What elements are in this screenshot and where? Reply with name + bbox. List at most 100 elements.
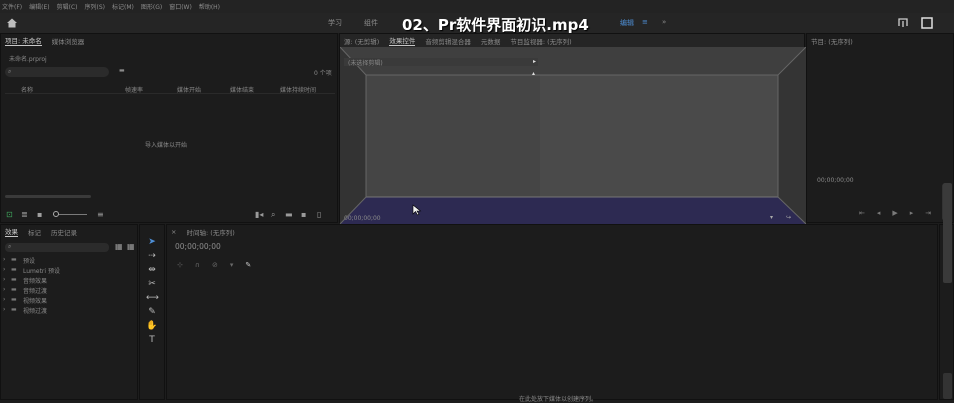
chevron-right-icon[interactable]: ▸ (533, 58, 536, 65)
32bit-effects-icon[interactable]: ▦ (127, 242, 135, 251)
accelerated-effects-icon[interactable]: ▦ (115, 242, 123, 251)
tab-project[interactable]: 项目: 未命名 (5, 35, 42, 46)
track-select-tool-icon[interactable]: ⇢ (146, 250, 158, 262)
folder-icon: ▬ (11, 266, 17, 273)
column-frame-rate[interactable]: 帧速率 (125, 85, 143, 94)
folder-video-transitions[interactable]: › ▬ 视频过渡 (3, 306, 133, 316)
menu-graphics[interactable]: 图形(G) (141, 2, 162, 11)
import-media-hint: 导入媒体以开始 (145, 142, 188, 149)
project-search-input[interactable]: ⌕ (5, 67, 109, 77)
hand-tool-icon[interactable]: ✋ (146, 320, 158, 332)
folder-lumetri-presets[interactable]: › ▬ Lumetri 预设 (3, 266, 133, 276)
step-back-icon[interactable]: ⇤ (859, 209, 865, 217)
column-media-end[interactable]: 媒体结束 (230, 85, 254, 94)
tab-source[interactable]: 源: (无剪辑) (344, 36, 379, 46)
audio-meters-panel (939, 183, 954, 400)
frame-forward-icon[interactable]: ▸ (910, 209, 914, 217)
tab-audio-clip-mixer[interactable]: 音频剪辑混合器 (425, 36, 471, 46)
slip-tool-icon[interactable]: ⟷ (146, 292, 159, 304)
find-icon[interactable]: ⌕ (271, 210, 275, 220)
step-forward-icon[interactable]: ⇥ (925, 209, 931, 217)
workspace-menu-icon[interactable]: ≡ (642, 18, 648, 26)
chevron-right-icon[interactable]: › (3, 296, 5, 303)
collapse-arrow-icon[interactable]: ▴ (532, 70, 535, 77)
type-tool-icon[interactable]: T (146, 334, 158, 346)
tab-markers[interactable]: 标记 (28, 227, 41, 237)
workspace-learning[interactable]: 学习 (328, 18, 342, 28)
home-icon[interactable] (6, 17, 18, 29)
sort-icon[interactable]: ≡ (97, 210, 104, 219)
zoom-slider[interactable] (53, 211, 87, 217)
automate-icon[interactable]: ▮◂ (255, 210, 263, 219)
pen-tool-icon[interactable]: ✎ (146, 306, 158, 318)
workspace-bar: 学习 组件 编辑 ≡ » 02、Pr软件界面初识.mp4 (0, 13, 954, 34)
folder-audio-transitions[interactable]: › ▬ 音频过渡 (3, 286, 133, 296)
chevron-right-icon[interactable]: › (3, 306, 5, 313)
selection-tool-icon[interactable]: ➤ (146, 236, 158, 248)
audio-meter-bottom-scroll[interactable] (943, 373, 952, 399)
program-monitor-title[interactable]: 节目: (无序列) (811, 36, 853, 46)
column-name[interactable]: 名称 (21, 85, 33, 94)
effect-controls-timecode: 00;00;00;00 (344, 215, 381, 222)
filter-icon[interactable]: ▾ (770, 214, 773, 221)
audio-meter-scrollbar[interactable] (943, 183, 952, 283)
menu-window[interactable]: 窗口(W) (169, 2, 192, 11)
tab-effect-controls[interactable]: 效果控件 (389, 35, 416, 46)
new-bin-icon[interactable]: ▬ (119, 67, 125, 74)
folder-video-effects[interactable]: › ▬ 视频效果 (3, 296, 133, 306)
menu-file[interactable]: 文件(F) (2, 2, 22, 11)
menu-marker[interactable]: 标记(M) (112, 2, 134, 11)
column-media-duration[interactable]: 媒体持续时间 (280, 85, 316, 94)
column-media-start[interactable]: 媒体开始 (177, 85, 201, 94)
tab-media-browser[interactable]: 媒体浏览器 (52, 36, 85, 46)
add-marker-icon[interactable]: ▾ (230, 261, 234, 269)
snap-icon[interactable]: ∩ (195, 261, 200, 269)
frame-back-icon[interactable]: ◂ (877, 209, 881, 217)
menu-bar: 文件(F) 编辑(E) 剪辑(C) 序列(S) 标记(M) 图形(G) 窗口(W… (0, 0, 954, 13)
tab-metadata[interactable]: 元数据 (481, 36, 501, 46)
program-monitor-panel: 节目: (无序列) 00;00;00;00 ⇤ ◂ ▶ ▸ ⇥ (806, 33, 954, 223)
lock-icon[interactable]: ⊡ (6, 210, 13, 219)
item-count: 0 个项 (314, 70, 332, 77)
tab-history[interactable]: 历史记录 (51, 227, 77, 237)
effects-panel: 效果 标记 历史记录 ⌕ ▦ ▦ › ▬ 预设 › ▬ Lumetri 预设 ›… (0, 224, 138, 400)
program-timecode: 00;00;00;00 (817, 177, 854, 184)
nest-icon[interactable]: ⊹ (177, 261, 183, 269)
ripple-edit-tool-icon[interactable]: ⇹ (146, 264, 158, 276)
new-bin-bottom-icon[interactable]: ▬ (285, 210, 293, 219)
project-scrollbar[interactable] (5, 195, 91, 198)
folder-label: 视频过渡 (23, 308, 48, 315)
zoom-slider-handle[interactable] (53, 211, 59, 217)
clear-icon[interactable]: ▯ (317, 210, 321, 219)
play-icon[interactable]: ▶ (892, 209, 897, 217)
tab-program-monitor[interactable]: 节目监视器: (无序列) (510, 36, 571, 46)
chevron-right-icon[interactable]: › (3, 256, 5, 263)
folder-presets[interactable]: › ▬ 预设 (3, 256, 133, 266)
timeline-close-icon[interactable]: × (171, 228, 176, 236)
menu-edit[interactable]: 编辑(E) (29, 2, 49, 11)
chevron-right-icon[interactable]: › (3, 276, 5, 283)
clip-selector[interactable]: (未选择剪辑) ▸ (344, 58, 538, 67)
menu-sequence[interactable]: 序列(S) (85, 2, 106, 11)
menu-clip[interactable]: 剪辑(C) (57, 2, 78, 11)
workspace-editing[interactable]: 编辑 (620, 18, 634, 28)
fullscreen-icon[interactable] (921, 17, 933, 29)
folder-label: 音频效果 (23, 278, 48, 285)
settings-wrench-icon[interactable]: ✎ (245, 261, 251, 269)
quick-export-icon[interactable] (897, 17, 909, 29)
tab-effects[interactable]: 效果 (5, 226, 18, 237)
linked-selection-icon[interactable]: ⊘ (212, 261, 218, 269)
razor-tool-icon[interactable]: ✂ (146, 278, 158, 290)
chevron-right-icon[interactable]: › (3, 266, 5, 273)
icon-view-icon[interactable]: ▪ (37, 210, 42, 219)
effects-search-input[interactable]: ⌕ (5, 243, 109, 252)
timeline-title[interactable]: 时间轴: (无序列) (186, 227, 234, 237)
export-frame-icon[interactable]: ↪ (786, 214, 791, 221)
chevron-right-icon[interactable]: › (3, 286, 5, 293)
menu-help[interactable]: 帮助(H) (199, 2, 220, 11)
new-item-icon[interactable]: ▪ (301, 210, 306, 219)
workspace-assembly[interactable]: 组件 (364, 18, 378, 28)
list-view-icon[interactable]: ≣ (21, 210, 28, 219)
folder-audio-effects[interactable]: › ▬ 音频效果 (3, 276, 133, 286)
more-workspaces-icon[interactable]: » (662, 18, 666, 26)
